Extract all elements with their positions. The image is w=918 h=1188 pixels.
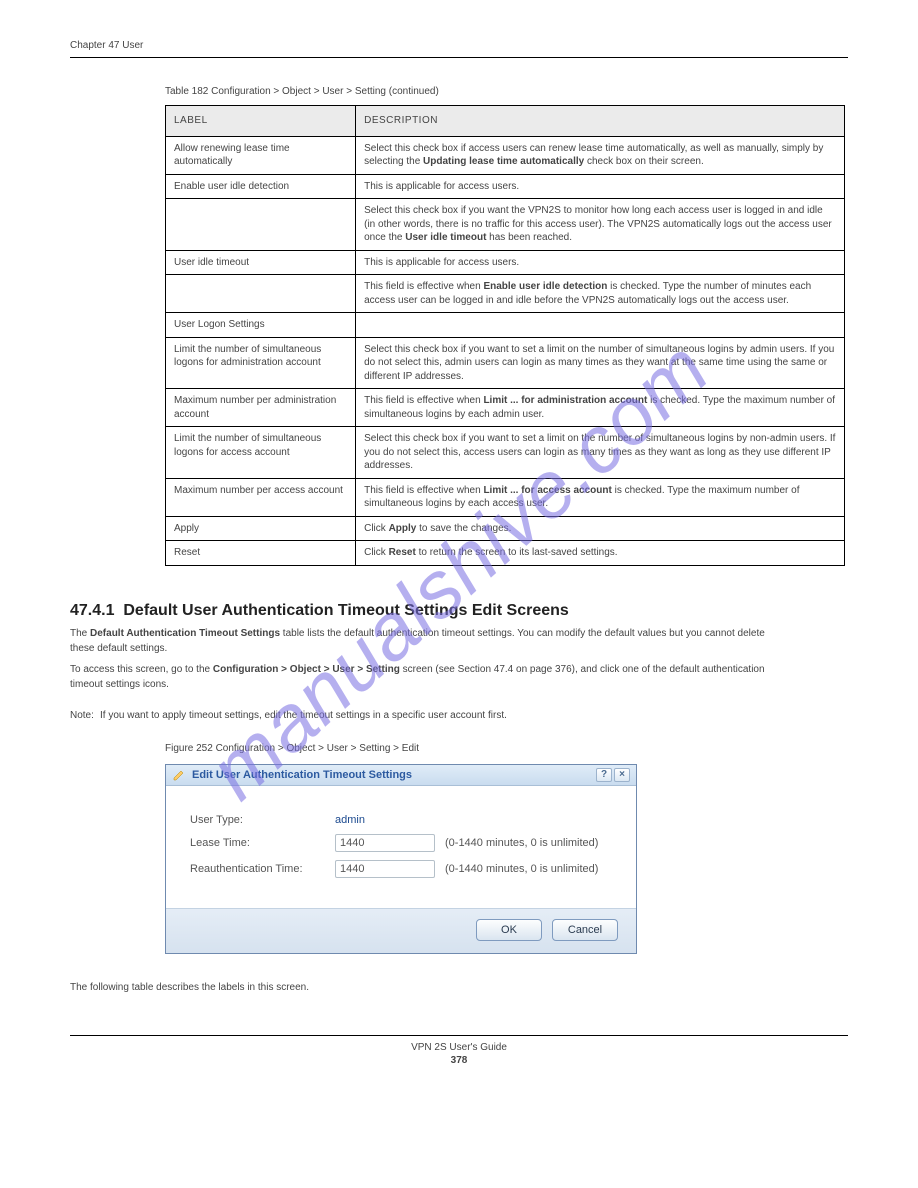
table-row: Enable user idle detectionThis is applic… bbox=[166, 174, 845, 199]
table-cell-desc: This field is effective when Limit ... f… bbox=[356, 478, 845, 516]
table-cell-label: User idle timeout bbox=[166, 250, 356, 275]
usertype-row: User Type: admin bbox=[190, 814, 612, 826]
edit-icon bbox=[172, 768, 186, 782]
table-cell-desc: This field is effective when Limit ... f… bbox=[356, 389, 845, 427]
table-cell-desc: Select this check box if you want the VP… bbox=[356, 199, 845, 251]
help-button[interactable]: ? bbox=[596, 768, 612, 782]
leasetime-row: Lease Time: (0-1440 minutes, 0 is unlimi… bbox=[190, 834, 612, 852]
table-cell-desc: This is applicable for access users. bbox=[356, 250, 845, 275]
section-number: 47.4.1 bbox=[70, 602, 114, 619]
table-cell-desc: Select this check box if you want to set… bbox=[356, 427, 845, 479]
section-heading: 47.4.1 Default User Authentication Timeo… bbox=[70, 602, 848, 620]
table-cell-desc bbox=[356, 313, 845, 338]
chapter-label: Chapter 47 User bbox=[70, 40, 143, 51]
leasetime-input[interactable] bbox=[335, 834, 435, 852]
table-cell-label: Apply bbox=[166, 516, 356, 541]
table-row: Limit the number of simultaneous logons … bbox=[166, 427, 845, 479]
post-figure-text: The following table describes the labels… bbox=[70, 980, 750, 995]
table-cell-desc: Select this check box if you want to set… bbox=[356, 337, 845, 389]
table-cell-label bbox=[166, 275, 356, 313]
page-number: 378 bbox=[451, 1055, 468, 1066]
close-button[interactable]: × bbox=[614, 768, 630, 782]
table-row: Select this check box if you want the VP… bbox=[166, 199, 845, 251]
usertype-value: admin bbox=[335, 814, 365, 826]
table-caption: Table 182 Configuration > Object > User … bbox=[165, 86, 848, 97]
reauth-label: Reauthentication Time: bbox=[190, 863, 335, 875]
table-cell-label: Reset bbox=[166, 541, 356, 566]
table-row: Maximum number per administration accoun… bbox=[166, 389, 845, 427]
section-para-2: To access this screen, go to the Configu… bbox=[70, 662, 770, 692]
table-cell-desc: Click Apply to save the changes. bbox=[356, 516, 845, 541]
table-cell-desc: Click Reset to return the screen to its … bbox=[356, 541, 845, 566]
table-cell-desc: This is applicable for access users. bbox=[356, 174, 845, 199]
table-row: This field is effective when Enable user… bbox=[166, 275, 845, 313]
table-cell-label: Allow renewing lease time automatically bbox=[166, 136, 356, 174]
reauth-row: Reauthentication Time: (0-1440 minutes, … bbox=[190, 860, 612, 878]
table-row: ResetClick Reset to return the screen to… bbox=[166, 541, 845, 566]
section-para-1: The Default Authentication Timeout Setti… bbox=[70, 626, 770, 656]
settings-table: LABEL DESCRIPTION Allow renewing lease t… bbox=[165, 105, 845, 566]
table-row: Limit the number of simultaneous logons … bbox=[166, 337, 845, 389]
note-block: Note:If you want to apply timeout settin… bbox=[100, 708, 780, 723]
usertype-label: User Type: bbox=[190, 814, 335, 826]
footer-product: VPN 2S User's Guide bbox=[411, 1042, 507, 1053]
page-footer: VPN 2S User's Guide bbox=[70, 1035, 848, 1053]
ok-button[interactable]: OK bbox=[476, 919, 542, 941]
dialog-titlebar: Edit User Authentication Timeout Setting… bbox=[166, 765, 636, 786]
th-desc: DESCRIPTION bbox=[356, 106, 845, 137]
reauth-hint: (0-1440 minutes, 0 is unlimited) bbox=[445, 863, 598, 875]
table-cell-label: Maximum number per access account bbox=[166, 478, 356, 516]
table-row: User Logon Settings bbox=[166, 313, 845, 338]
table-row: Allow renewing lease time automaticallyS… bbox=[166, 136, 845, 174]
reauth-input[interactable] bbox=[335, 860, 435, 878]
table-row: ApplyClick Apply to save the changes. bbox=[166, 516, 845, 541]
table-cell-label: User Logon Settings bbox=[166, 313, 356, 338]
table-cell-desc: This field is effective when Enable user… bbox=[356, 275, 845, 313]
header-rule bbox=[70, 57, 848, 58]
table-cell-desc: Select this check box if access users ca… bbox=[356, 136, 845, 174]
cancel-button[interactable]: Cancel bbox=[552, 919, 618, 941]
table-cell-label: Enable user idle detection bbox=[166, 174, 356, 199]
table-cell-label: Maximum number per administration accoun… bbox=[166, 389, 356, 427]
table-cell-label: Limit the number of simultaneous logons … bbox=[166, 337, 356, 389]
section-title: Default User Authentication Timeout Sett… bbox=[123, 602, 568, 619]
table-row: User idle timeoutThis is applicable for … bbox=[166, 250, 845, 275]
table-cell-label bbox=[166, 199, 356, 251]
table-row: Maximum number per access accountThis fi… bbox=[166, 478, 845, 516]
th-label: LABEL bbox=[166, 106, 356, 137]
leasetime-label: Lease Time: bbox=[190, 837, 335, 849]
leasetime-hint: (0-1440 minutes, 0 is unlimited) bbox=[445, 837, 598, 849]
dialog-title: Edit User Authentication Timeout Setting… bbox=[192, 769, 412, 781]
figure-caption: Figure 252 Configuration > Object > User… bbox=[165, 743, 848, 754]
table-cell-label: Limit the number of simultaneous logons … bbox=[166, 427, 356, 479]
edit-timeout-dialog: Edit User Authentication Timeout Setting… bbox=[165, 764, 637, 954]
